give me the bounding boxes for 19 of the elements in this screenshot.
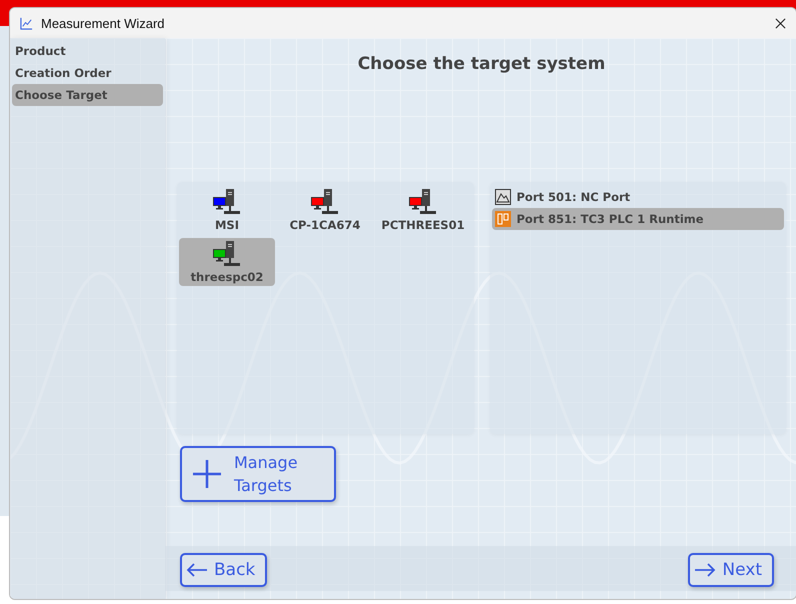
next-button[interactable]: Next <box>688 553 774 587</box>
wizard-step[interactable]: Creation Order <box>12 62 163 84</box>
manage-targets-button[interactable]: Manage Targets <box>180 446 336 502</box>
target-item[interactable]: PCTHREES01 <box>375 186 471 234</box>
target-item[interactable]: threespc02 <box>179 238 275 286</box>
module-icon <box>494 211 510 227</box>
target-item[interactable]: CP-1CA674 <box>277 186 373 234</box>
plus-icon <box>192 459 222 489</box>
window-title: Measurement Wizard <box>41 16 166 30</box>
port-item[interactable]: Port 501: NC Port <box>492 186 784 208</box>
port-item[interactable]: Port 851: TC3 PLC 1 Runtime <box>492 208 784 230</box>
page-heading: Choose the target system <box>356 54 606 76</box>
target-item[interactable]: MSI <box>179 186 275 234</box>
wizard-step[interactable]: Product <box>12 40 163 62</box>
back-button[interactable]: Back <box>180 553 268 587</box>
arrow-left-icon <box>186 563 208 577</box>
close-icon[interactable] <box>775 18 786 28</box>
wizard-step[interactable]: Choose Target <box>12 84 163 106</box>
arrow-right-icon <box>694 563 716 577</box>
